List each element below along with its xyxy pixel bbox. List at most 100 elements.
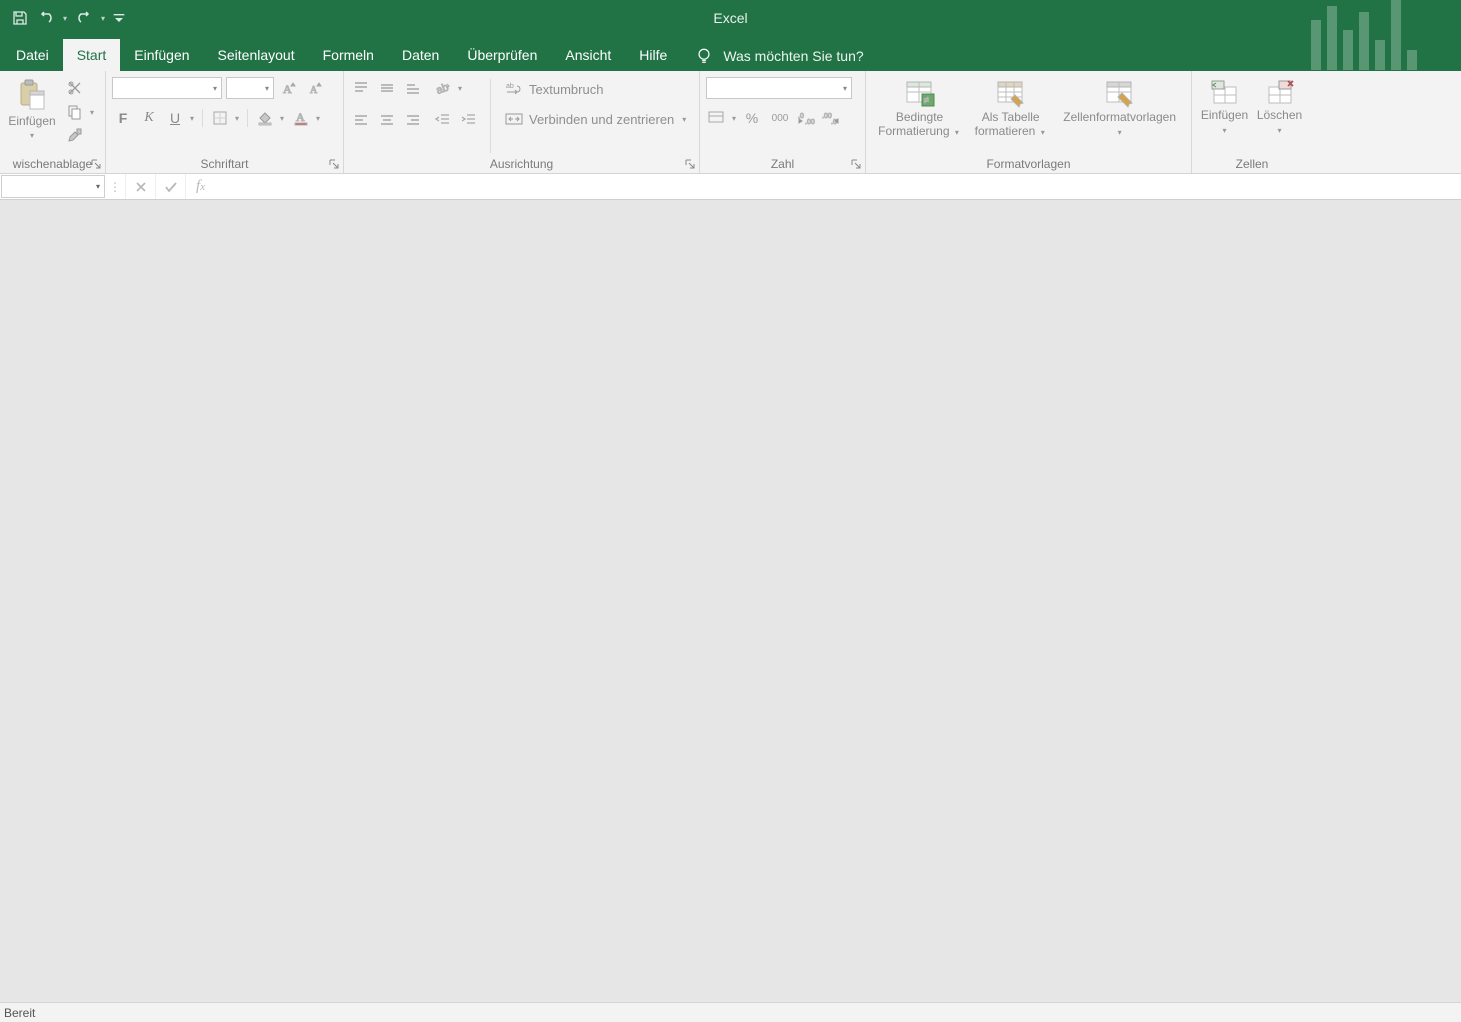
copy-dropdown[interactable]: ▾ (88, 108, 96, 117)
group-label-alignment: Ausrichtung (350, 155, 693, 173)
accounting-icon (708, 110, 726, 126)
accounting-dropdown[interactable]: ▾ (730, 114, 738, 123)
decrease-decimal-button[interactable]: .00.0 (820, 107, 842, 129)
undo-button[interactable] (34, 6, 58, 30)
tell-me-search[interactable]: Was möchten Sie tun? (681, 41, 877, 71)
accounting-format-button[interactable] (706, 107, 728, 129)
tab-hilfe[interactable]: Hilfe (625, 39, 681, 71)
cut-button[interactable] (64, 77, 86, 99)
font-color-icon: A (293, 110, 309, 126)
font-size-combo[interactable]: ▾ (226, 77, 274, 99)
clipboard-launcher[interactable] (89, 157, 103, 171)
insert-cells-button[interactable]: Einfügen▾ (1198, 77, 1251, 139)
tab-ansicht[interactable]: Ansicht (551, 39, 625, 71)
font-decrease-icon: A (307, 80, 323, 96)
group-cells: Einfügen▾ Löschen▾ Zellen (1192, 71, 1312, 173)
merge-center-label: Verbinden und zentrieren (529, 112, 674, 127)
svg-text:A: A (296, 110, 305, 124)
align-bottom-icon (405, 80, 421, 96)
tab-formeln[interactable]: Formeln (309, 39, 388, 71)
paintbrush-icon (67, 128, 83, 144)
merge-dropdown[interactable]: ▾ (680, 115, 688, 124)
group-alignment: ab ▾ ab Textumbruch Verbinden und zentri… (344, 71, 700, 173)
orientation-button[interactable]: ab (432, 77, 454, 99)
align-bottom-button[interactable] (402, 77, 424, 99)
cancel-formula-button[interactable] (125, 174, 155, 199)
group-clipboard: Einfügen ▾ ▾ wischenablage (0, 71, 106, 173)
tab-datei[interactable]: Datei (2, 39, 63, 71)
paste-button[interactable]: Einfügen ▾ (6, 77, 58, 142)
align-right-button[interactable] (402, 109, 424, 131)
comma-style-button[interactable]: 000 (766, 107, 794, 129)
svg-text:A: A (310, 85, 318, 96)
qat-customize-button[interactable] (110, 6, 128, 30)
font-color-button[interactable]: A (290, 107, 312, 129)
conditional-formatting-icon: ≠ (904, 79, 936, 109)
wrap-text-label: Textumbruch (529, 82, 603, 97)
paste-label: Einfügen (8, 115, 55, 129)
wrap-text-button[interactable]: ab Textumbruch (501, 77, 692, 101)
borders-button[interactable] (209, 107, 231, 129)
indent-increase-icon (461, 112, 477, 128)
align-middle-button[interactable] (376, 77, 398, 99)
borders-dropdown[interactable]: ▾ (233, 114, 241, 123)
delete-cells-icon (1265, 79, 1295, 107)
align-right-icon (405, 112, 421, 128)
conditional-formatting-button[interactable]: ≠ Bedingte Formatierung ▾ (872, 77, 967, 141)
orientation-dropdown[interactable]: ▾ (456, 84, 464, 93)
delete-cells-button[interactable]: Löschen▾ (1253, 77, 1306, 139)
undo-dropdown[interactable]: ▾ (60, 14, 70, 23)
italic-button[interactable]: K (138, 107, 160, 129)
insert-function-button[interactable]: fx (185, 174, 215, 199)
number-format-combo[interactable]: ▾ (706, 77, 852, 99)
alignment-launcher[interactable] (683, 157, 697, 171)
underline-button[interactable]: U (164, 107, 186, 129)
align-left-button[interactable] (350, 109, 372, 131)
fill-color-button[interactable] (254, 107, 276, 129)
number-launcher[interactable] (849, 157, 863, 171)
format-painter-button[interactable] (64, 125, 86, 147)
group-label-font: Schriftart (112, 155, 337, 173)
font-color-dropdown[interactable]: ▾ (314, 114, 322, 123)
ribbon-tabs: Datei Start Einfügen Seitenlayout Formel… (0, 36, 1461, 71)
svg-text:A: A (283, 82, 292, 96)
bold-button[interactable]: F (112, 107, 134, 129)
status-ready: Bereit (4, 1006, 35, 1020)
formula-input[interactable] (215, 174, 1461, 199)
decrease-font-button[interactable]: A (304, 77, 326, 99)
check-icon (164, 180, 178, 194)
align-center-button[interactable] (376, 109, 398, 131)
merge-center-button[interactable]: Verbinden und zentrieren ▾ (501, 107, 692, 131)
enter-formula-button[interactable] (155, 174, 185, 199)
tab-daten[interactable]: Daten (388, 39, 453, 71)
status-bar: Bereit (0, 1002, 1461, 1022)
name-box[interactable]: ▾ (1, 175, 105, 198)
save-button[interactable] (8, 6, 32, 30)
tab-seitenlayout[interactable]: Seitenlayout (204, 39, 309, 71)
copy-button[interactable] (64, 101, 86, 123)
svg-text:≠: ≠ (924, 95, 929, 105)
formula-bar-handle[interactable]: ⋮ (105, 174, 125, 199)
format-as-table-button[interactable]: Als Tabelle formatieren ▾ (971, 77, 1050, 141)
font-launcher[interactable] (327, 157, 341, 171)
paint-bucket-icon (257, 110, 273, 126)
cell-styles-button[interactable]: Zellenformatvorlagen▾ (1054, 77, 1185, 141)
worksheet-area[interactable] (0, 200, 1461, 1002)
redo-button[interactable] (72, 6, 96, 30)
tab-einfuegen[interactable]: Einfügen (120, 39, 203, 71)
increase-decimal-button[interactable]: .0.00 (796, 107, 818, 129)
tab-ueberpruefen[interactable]: Überprüfen (453, 39, 551, 71)
app-title: Excel (713, 10, 747, 26)
increase-font-button[interactable]: A (278, 77, 300, 99)
tab-start[interactable]: Start (63, 39, 121, 71)
percent-button[interactable]: % (740, 107, 764, 129)
font-name-combo[interactable]: ▾ (112, 77, 222, 99)
decrease-indent-button[interactable] (432, 109, 454, 131)
decrease-decimal-icon: .00.0 (822, 110, 840, 126)
increase-indent-button[interactable] (458, 109, 480, 131)
align-top-button[interactable] (350, 77, 372, 99)
underline-dropdown[interactable]: ▾ (188, 114, 196, 123)
redo-dropdown[interactable]: ▾ (98, 14, 108, 23)
align-center-icon (379, 112, 395, 128)
fill-color-dropdown[interactable]: ▾ (278, 114, 286, 123)
